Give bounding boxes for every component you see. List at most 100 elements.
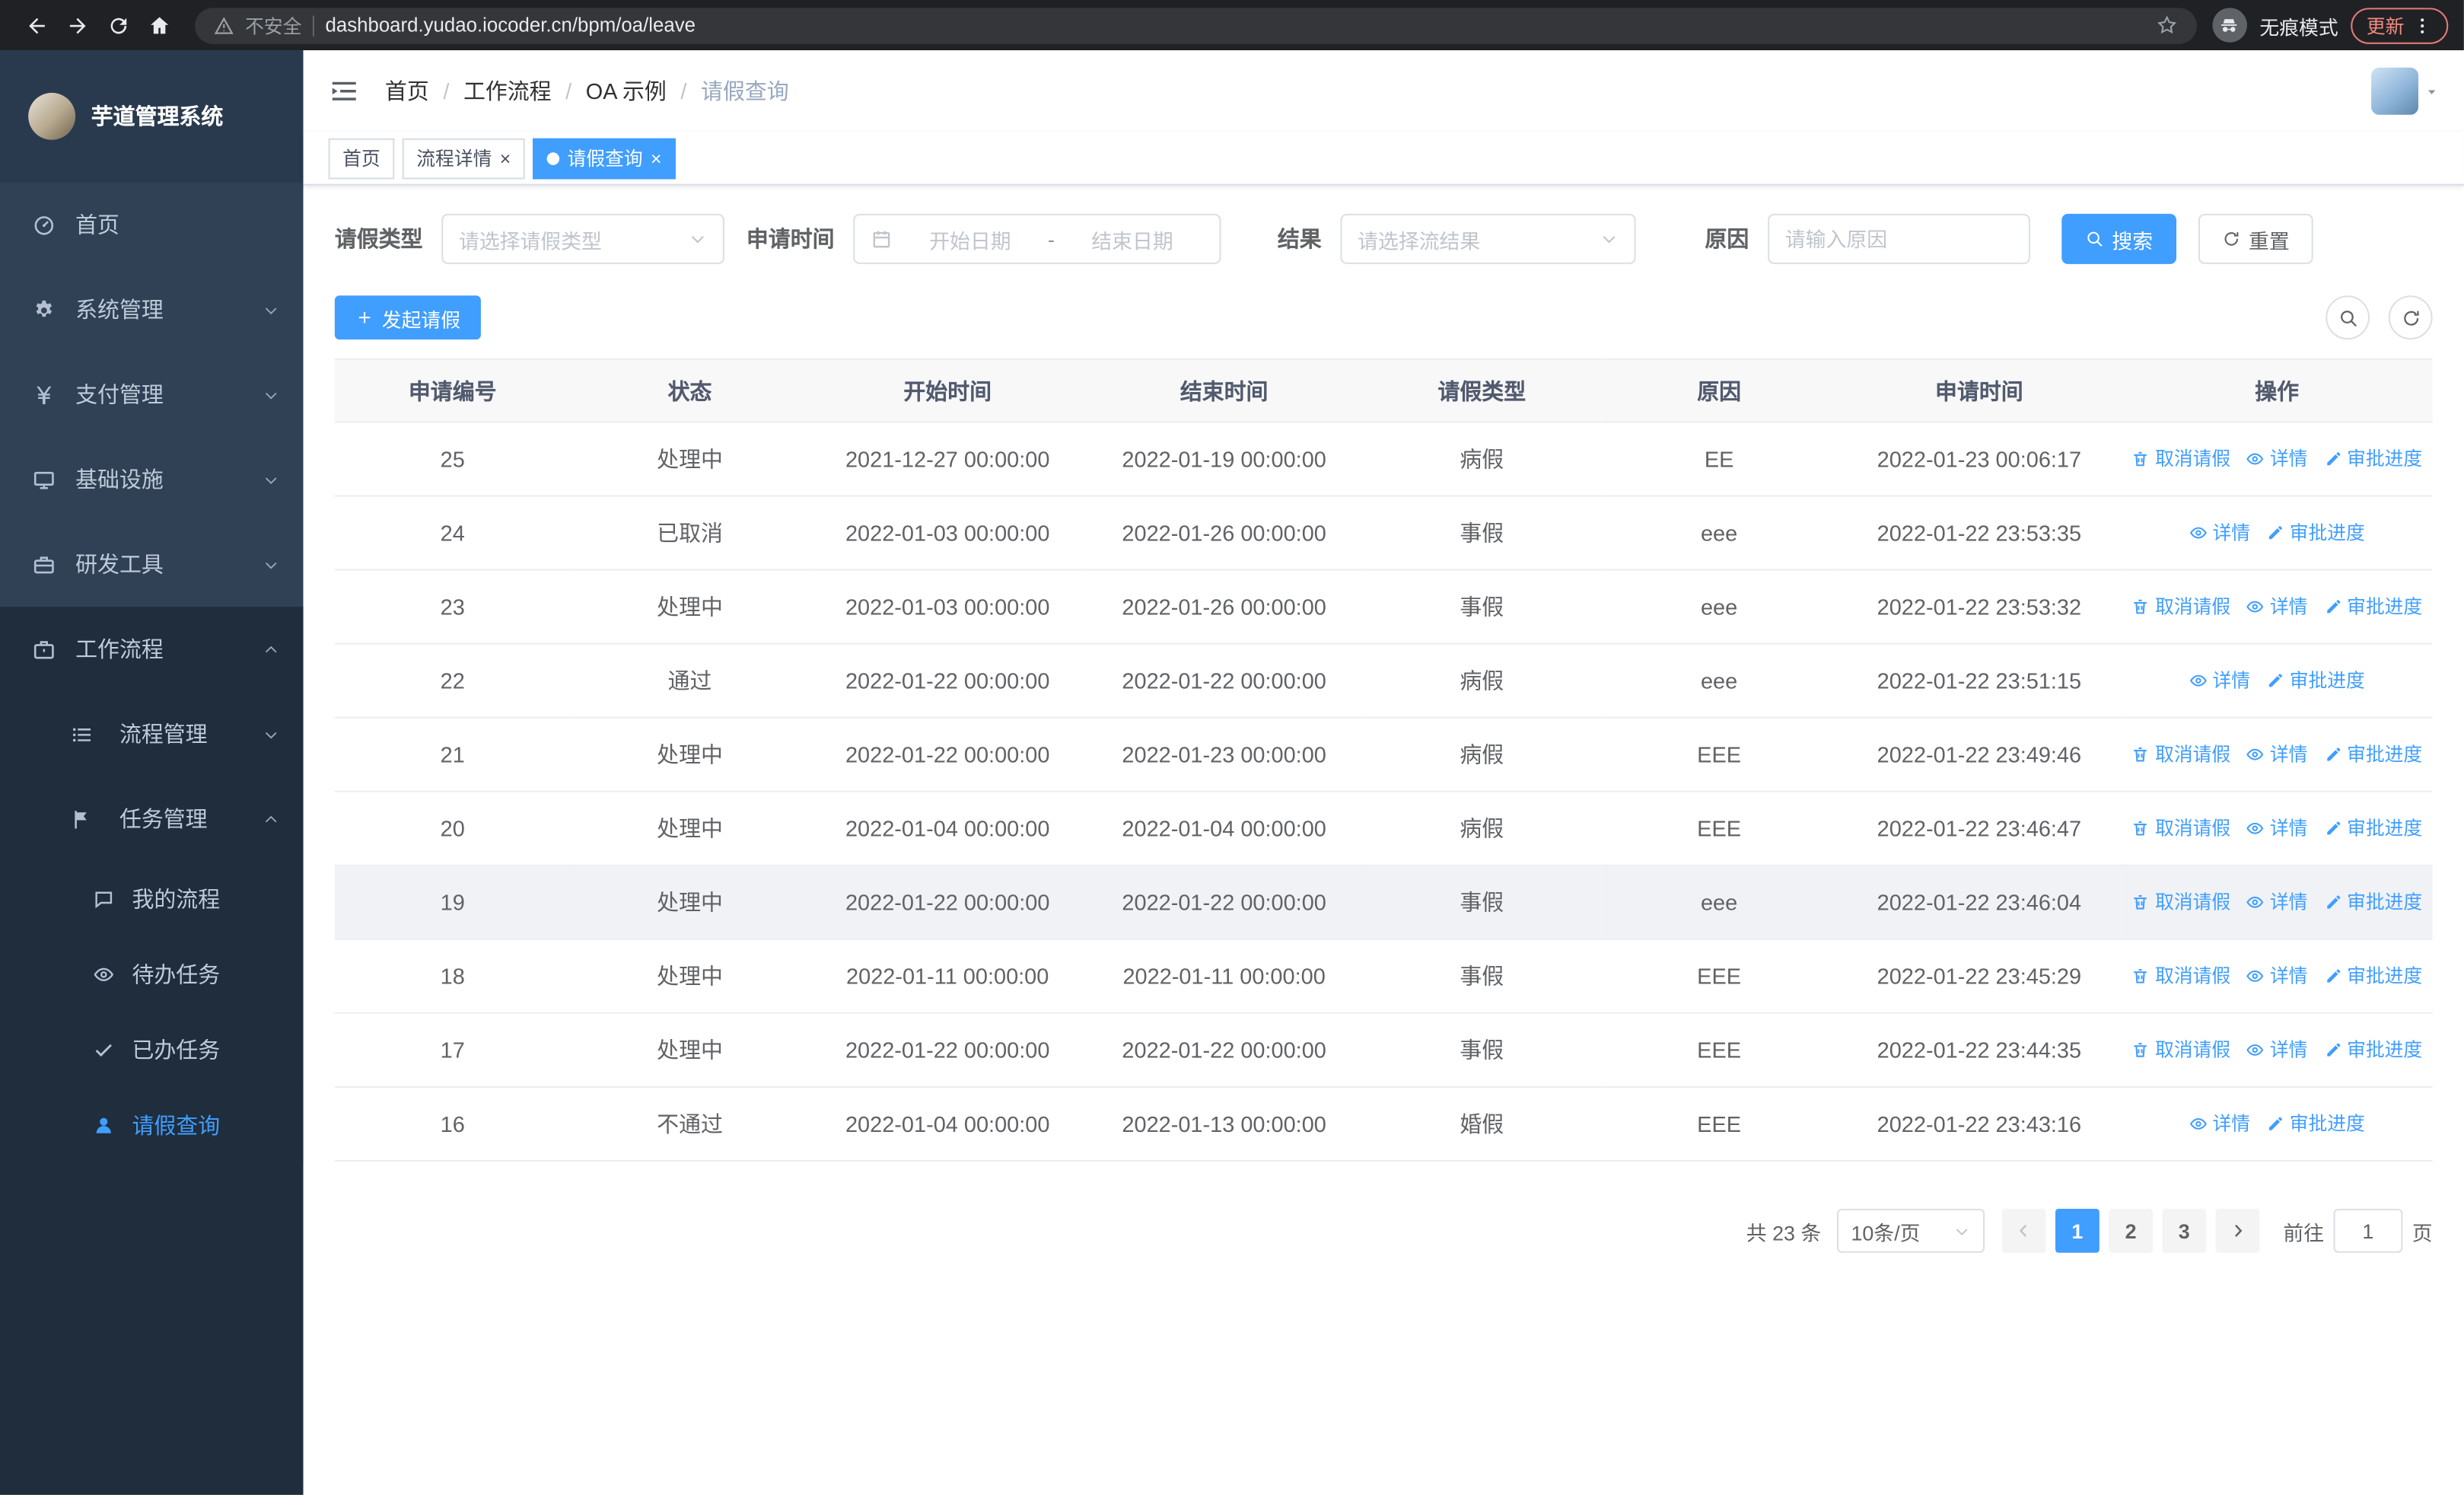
browser-home-icon[interactable] [138,5,180,46]
url-bar[interactable]: 不安全 dashboard.yudao.iocoder.cn/bpm/oa/le… [195,7,2197,43]
action-label: 详情 [2212,522,2251,545]
refresh-table-button[interactable] [2388,295,2433,340]
action-cancel-link[interactable]: 取消请假 [2131,741,2230,767]
action-detail-link[interactable]: 详情 [2246,593,2307,620]
sidebar-item[interactable]: 工作流程 [0,607,304,692]
action-detail-link[interactable]: 详情 [2246,445,2307,472]
leave-type-select[interactable]: 请选择请假类型 [441,213,724,264]
close-icon[interactable]: × [500,148,511,167]
action-cancel-link[interactable]: 取消请假 [2131,814,2230,841]
sidebar-item-label: 研发工具 [75,551,164,577]
action-detail-link[interactable]: 详情 [2189,519,2251,546]
column-header: 状态 [570,358,810,423]
action-detail-link[interactable]: 详情 [2246,1036,2307,1063]
url-text: dashboard.yudao.iocoder.cn/bpm/oa/leave [325,14,696,37]
table-toolbar: 发起请假 [334,295,2433,340]
action-progress-link[interactable]: 审批进度 [2323,741,2422,767]
search-button[interactable]: 搜索 [2061,213,2177,264]
sidebar-item[interactable]: 首页 [0,183,304,268]
create-leave-button[interactable]: 发起请假 [334,295,481,340]
cell-id: 17 [334,1012,571,1088]
cell-end: 2022-01-23 00:00:00 [1085,717,1363,792]
table-row: 23 处理中 2022-01-03 00:00:00 2022-01-26 00:00… [334,569,2433,645]
browser-forward-icon[interactable] [56,5,97,46]
action-label: 审批进度 [2289,670,2365,693]
cell-applied: 2022-01-22 23:44:35 [1836,1012,2122,1088]
cell-type: 事假 [1362,865,1602,940]
action-cancel-link[interactable]: 取消请假 [2131,962,2230,989]
sidebar-item[interactable]: 支付管理 [0,352,304,438]
column-header: 申请编号 [334,358,571,423]
bookmark-star-icon[interactable] [2156,14,2178,37]
action-detail-link[interactable]: 详情 [2189,1110,2250,1136]
sidebar-item[interactable]: 已办任务 [0,1012,304,1088]
action-progress-link[interactable]: 审批进度 [2266,1110,2365,1136]
action-cancel-link[interactable]: 取消请假 [2131,445,2230,472]
tab-1[interactable]: 首页 [328,137,395,179]
reason-input[interactable] [1784,227,2014,251]
breadcrumb-item[interactable]: OA 示例 [586,75,667,107]
sidebar-item[interactable]: 待办任务 [0,936,304,1012]
tab-3[interactable]: 请假查询 × [533,137,676,179]
action-label: 取消请假 [2155,1039,2231,1062]
breadcrumb-item[interactable]: 首页 [385,75,429,107]
sidebar-item[interactable]: 研发工具 [0,522,304,607]
cell-start: 2022-01-22 00:00:00 [809,865,1086,940]
sidebar-item-label: 任务管理 [119,806,208,832]
action-cancel-link[interactable]: 取消请假 [2131,1036,2230,1063]
action-progress-link[interactable]: 审批进度 [2323,962,2422,989]
table-row: 24 已取消 2022-01-03 00:00:00 2022-01-26 00:00… [334,496,2433,571]
browser-reload-icon[interactable] [97,5,138,46]
cell-status: 不通过 [570,1086,810,1162]
action-detail-link[interactable]: 详情 [2189,667,2250,693]
eye-icon [2246,744,2265,763]
action-progress-link[interactable]: 审批进度 [2266,667,2365,693]
tab-2[interactable]: 流程详情 × [402,137,525,179]
page-number-button[interactable]: 3 [2162,1208,2207,1253]
sidebar-item[interactable]: 流程管理 [0,691,304,777]
breadcrumb-item[interactable]: 工作流程 [463,75,552,107]
sidebar-item[interactable]: 系统管理 [0,267,304,352]
goto-page-input[interactable] [2333,1208,2403,1253]
action-cancel-link[interactable]: 取消请假 [2131,888,2230,915]
sidebar-item[interactable]: 基础设施 [0,437,304,522]
reset-button[interactable]: 重置 [2198,213,2313,264]
update-button[interactable]: 更新 [2351,7,2449,43]
action-progress-link[interactable]: 审批进度 [2323,593,2422,620]
cell-applied: 2022-01-22 23:53:32 [1836,569,2122,645]
page-size-select[interactable]: 10条/页 [1836,1208,1985,1253]
action-cancel-link[interactable]: 取消请假 [2131,593,2230,620]
action-label: 审批进度 [2289,522,2365,545]
action-detail-link[interactable]: 详情 [2246,741,2307,767]
page-number-button[interactable]: 2 [2109,1208,2153,1253]
menu-dots-icon[interactable] [2412,15,2433,36]
action-progress-link[interactable]: 审批进度 [2323,445,2422,472]
action-progress-link[interactable]: 审批进度 [2323,814,2422,841]
page-number-button[interactable]: 1 [2055,1208,2099,1253]
action-label: 详情 [2269,965,2308,988]
action-detail-link[interactable]: 详情 [2246,814,2307,841]
action-progress-link[interactable]: 审批进度 [2323,888,2422,915]
action-detail-link[interactable]: 详情 [2246,888,2307,915]
user-menu[interactable] [2371,67,2439,115]
sidebar-item[interactable]: 请假查询 [0,1087,304,1164]
apply-time-range-picker[interactable]: 开始日期 - 结束日期 [853,213,1221,264]
cell-type: 事假 [1362,1012,1602,1088]
browser-back-icon[interactable] [16,5,57,46]
toggle-search-button[interactable] [2326,295,2370,340]
close-icon[interactable]: × [651,148,661,167]
avatar[interactable] [2371,67,2419,115]
action-progress-link[interactable]: 审批进度 [2323,1036,2422,1063]
sidebar-item[interactable]: 任务管理 [0,776,304,862]
action-progress-link[interactable]: 审批进度 [2266,519,2365,546]
hamburger-icon[interactable] [329,75,360,107]
result-select[interactable]: 请选择流结果 [1340,213,1636,264]
prev-page-button[interactable] [2001,1208,2046,1253]
cell-status: 处理中 [570,569,810,645]
cell-actions: 取消请假 详情 审批进度 [2121,865,2433,940]
sidebar-item[interactable]: 我的流程 [0,861,304,937]
action-label: 审批进度 [2289,1113,2365,1136]
action-detail-link[interactable]: 详情 [2246,962,2308,989]
pagination-total: 共 23 条 [1746,1220,1822,1245]
next-page-button[interactable] [2215,1208,2260,1253]
